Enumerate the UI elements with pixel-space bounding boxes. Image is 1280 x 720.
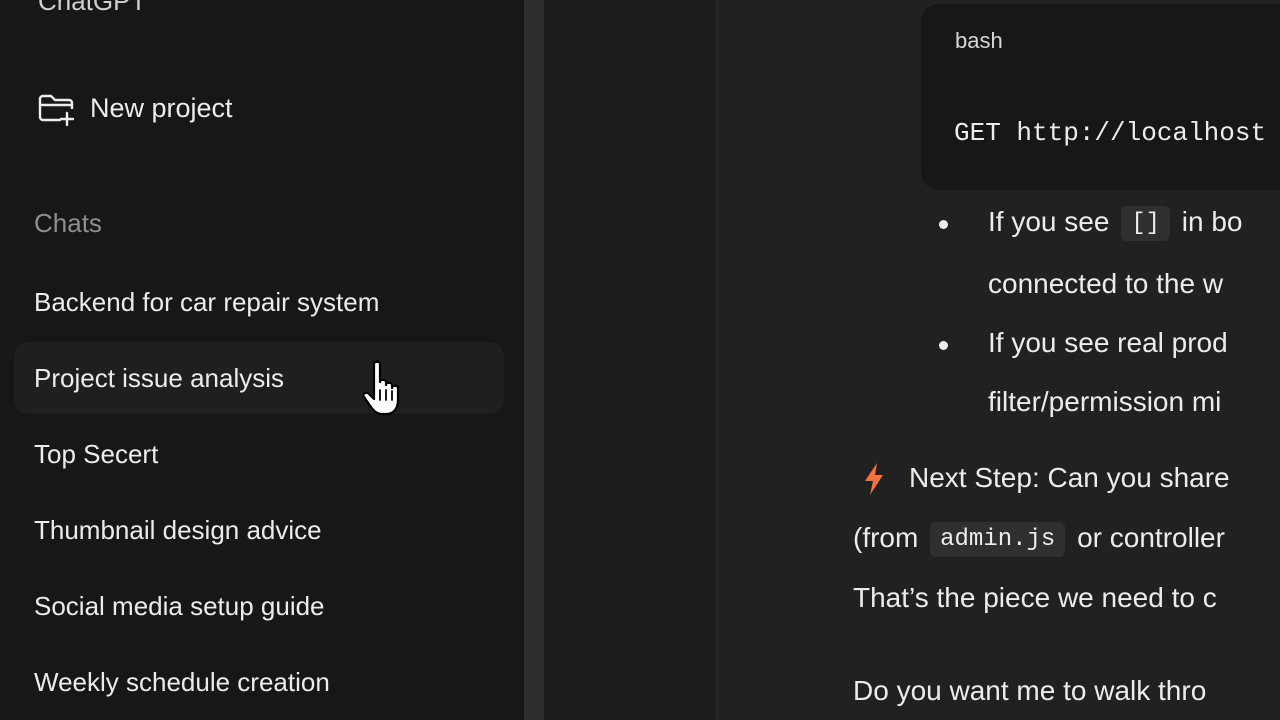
bullet-1-text-pre: If you see <box>988 206 1110 237</box>
chat-item-label: Top Secert <box>34 438 159 469</box>
bullet-2-line-2: filter/permission mi <box>988 386 1222 417</box>
app-window: ChatGPT New project Chats Backend for ca… <box>0 0 1280 720</box>
hand-cursor-icon <box>362 360 404 416</box>
folder-plus-icon <box>36 91 76 127</box>
chat-item-label: Project issue analysis <box>34 362 284 393</box>
lightning-icon <box>862 462 886 496</box>
bullet-1-text-post: in bo <box>1181 206 1243 237</box>
chats-section-heading: Chats <box>34 208 102 238</box>
sidebar-resize-divider[interactable] <box>524 0 544 720</box>
from-text-pre: (from <box>853 522 919 553</box>
code-block: bash GET http://localhost <box>921 4 1280 190</box>
sidebar: ChatGPT New project Chats Backend for ca… <box>0 0 524 720</box>
chat-item-label: Thumbnail design advice <box>34 514 322 545</box>
bullet-dot <box>939 341 948 350</box>
chat-item-label: Backend for car repair system <box>34 286 380 317</box>
chat-item-label: Weekly schedule creation <box>34 666 330 697</box>
sidebar-top-item[interactable]: ChatGPT <box>38 0 146 17</box>
bullet-1-line-2: connected to the w <box>988 268 1224 299</box>
question-line: Do you want me to walk thro <box>853 675 1207 706</box>
from-line: (from admin.js or controller <box>853 522 1225 557</box>
chat-item-top-secert[interactable]: Top Secert <box>14 418 504 490</box>
code-line: GET http://localhost <box>954 118 1267 148</box>
bullet-1-line-1: If you see [] in bo <box>988 206 1243 241</box>
chat-item-social-media-setup[interactable]: Social media setup guide <box>14 570 504 642</box>
conversation-left-margin <box>544 0 717 720</box>
conversation-main: bash GET http://localhost If you see [] … <box>717 0 1280 720</box>
new-project-label: New project <box>90 92 233 123</box>
chat-item-project-issue-analysis[interactable]: Project issue analysis <box>14 342 504 414</box>
bullet-2-line-1: If you see real prod <box>988 327 1228 358</box>
code-language-label: bash <box>955 28 1003 53</box>
chat-item-backend-car-repair[interactable]: Backend for car repair system <box>14 266 504 338</box>
from-text-post: or controller <box>1077 522 1225 553</box>
new-project-button[interactable]: New project <box>14 80 504 136</box>
that-line: That’s the piece we need to c <box>853 582 1217 613</box>
next-step-text: Next Step: Can you share <box>909 462 1230 493</box>
bullet-dot <box>939 220 948 229</box>
chat-item-thumbnail-design[interactable]: Thumbnail design advice <box>14 494 504 566</box>
inline-code-admin-js: admin.js <box>930 522 1066 557</box>
chat-item-weekly-schedule[interactable]: Weekly schedule creation <box>14 646 504 718</box>
inline-code-brackets: [] <box>1121 206 1170 241</box>
chat-item-label: Social media setup guide <box>34 590 325 621</box>
